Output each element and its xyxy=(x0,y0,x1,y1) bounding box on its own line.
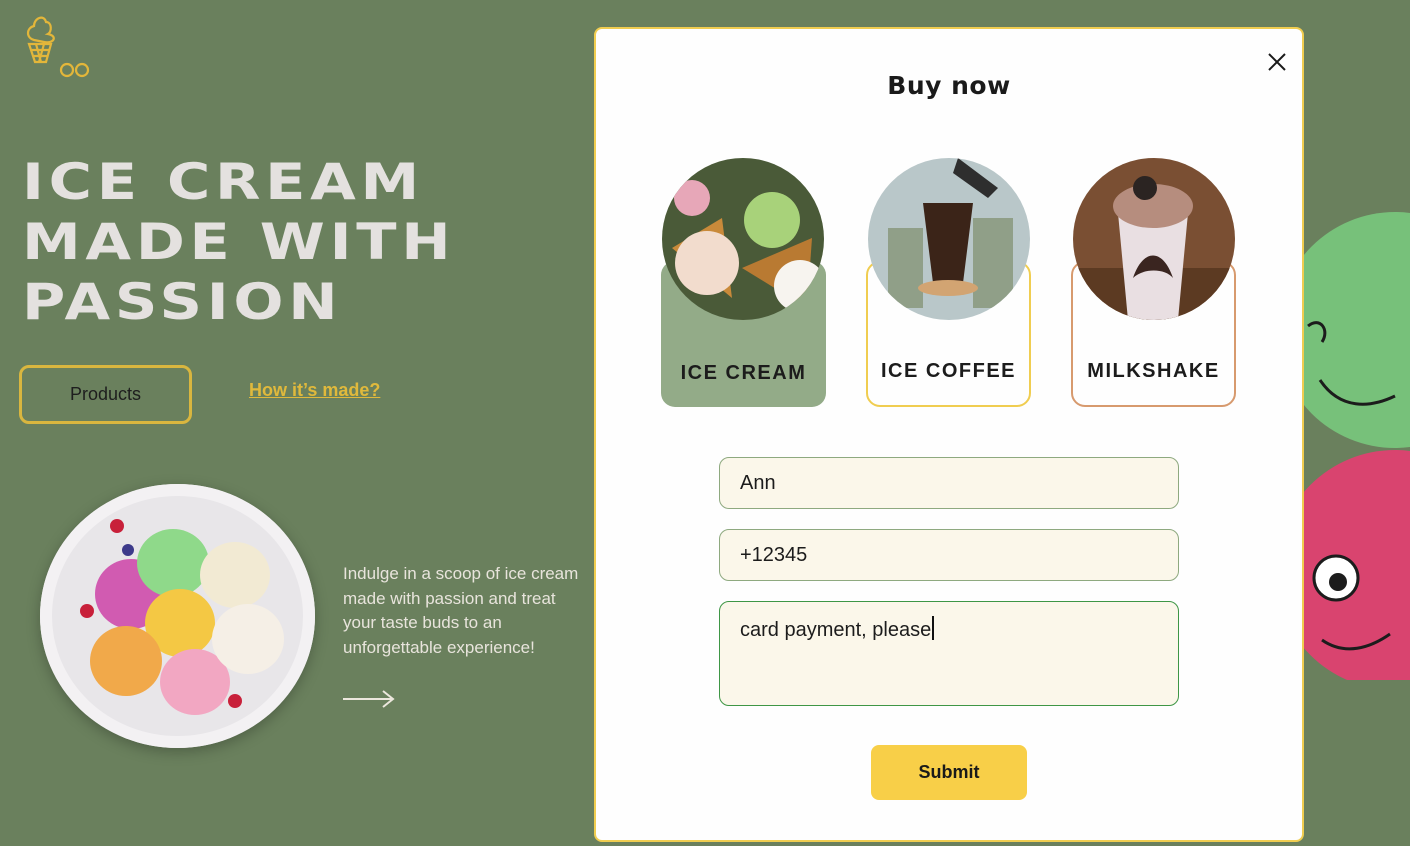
how-its-made-link[interactable]: How it’s made? xyxy=(249,380,380,401)
close-icon[interactable] xyxy=(1266,51,1288,73)
phone-field[interactable]: +12345 xyxy=(719,529,1179,581)
ice-cream-plate-image xyxy=(40,484,315,748)
hero-title: ICE CREAM MADE WITH PASSION xyxy=(22,152,455,332)
name-field[interactable]: Ann xyxy=(719,457,1179,509)
ice-coffee-product-image xyxy=(868,158,1030,320)
side-scoops-image xyxy=(1275,200,1410,690)
name-field-value: Ann xyxy=(740,472,776,494)
hero-title-line-2: MADE WITH xyxy=(22,213,456,271)
modal-title: Buy now xyxy=(887,71,1011,100)
brand-logo[interactable] xyxy=(22,12,92,82)
products-button[interactable]: Products xyxy=(19,365,192,424)
product-card-label: ICE CREAM xyxy=(680,362,807,384)
comment-textarea-value: card payment, please xyxy=(740,619,932,641)
milkshake-product-image xyxy=(1073,158,1235,320)
buy-now-modal: Buy now ICE CREAM ICE COFFEE MILKSHAKE A… xyxy=(594,27,1304,842)
product-card-label: MILKSHAKE xyxy=(1087,360,1220,382)
comment-textarea[interactable]: card payment, please xyxy=(719,601,1179,706)
promo-text: Indulge in a scoop of ice cream made wit… xyxy=(343,564,579,657)
ice-cream-product-image xyxy=(662,158,824,320)
arrow-right-icon[interactable] xyxy=(343,688,395,710)
phone-field-value: +12345 xyxy=(740,544,808,566)
submit-button[interactable]: Submit xyxy=(871,745,1027,800)
hero-title-line-3: PASSION xyxy=(22,273,343,331)
text-caret xyxy=(932,616,934,640)
hero-title-line-1: ICE CREAM xyxy=(22,153,424,211)
product-card-label: ICE COFFEE xyxy=(880,360,1016,382)
ice-cream-cone-logo-icon xyxy=(26,16,90,78)
